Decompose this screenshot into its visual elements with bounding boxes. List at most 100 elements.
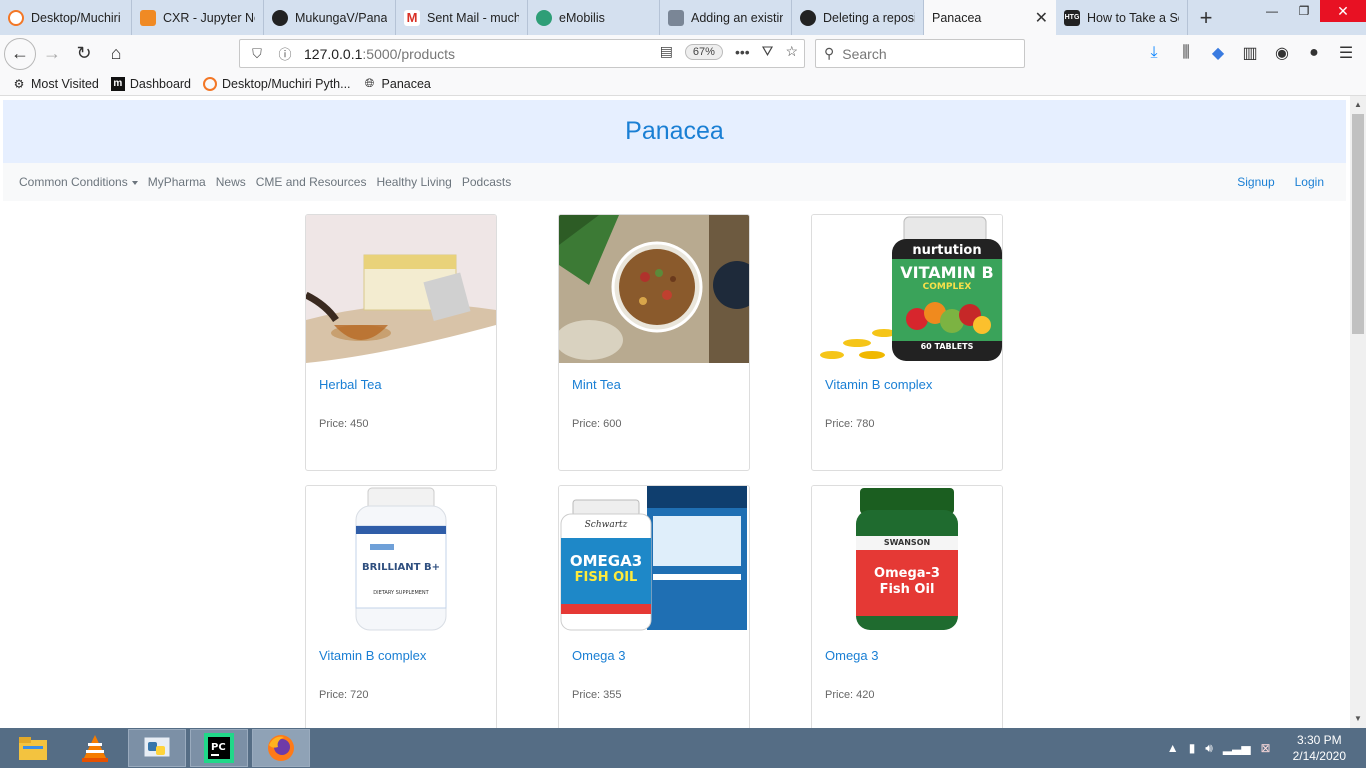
zoom-level-badge[interactable]: 67%: [684, 43, 723, 60]
file-explorer-icon[interactable]: [4, 729, 62, 767]
browser-tab[interactable]: CXR - Jupyter No: [132, 0, 264, 35]
product-card[interactable]: BRILLIANT B+ DIETARY SUPPLEMENT Vitamin …: [305, 485, 497, 728]
product-price: Price: 600: [572, 418, 622, 430]
nav-link-news[interactable]: News: [216, 175, 246, 189]
product-card[interactable]: SWANSON Omega-3 Fish Oil Omega 3 Price: …: [811, 485, 1003, 728]
bookmark-item[interactable]: Desktop/Muchiri Pyth...: [203, 76, 351, 91]
product-title[interactable]: Mint Tea: [572, 377, 621, 392]
menu-icon[interactable]: ☰: [1332, 38, 1360, 68]
search-input[interactable]: ⚲ Search: [815, 39, 1025, 68]
product-title[interactable]: Herbal Tea: [319, 377, 382, 392]
downloads-icon[interactable]: ⤓: [1140, 38, 1168, 68]
windows-taskbar: PC ▲ ▮ 🔊︎ ▂▃▅ ⊠ 3:30 PM 2/14/2020: [0, 728, 1366, 768]
back-button[interactable]: ←: [4, 37, 36, 70]
bookmark-item[interactable]: ⚙ Most Visited: [12, 77, 99, 91]
page-viewport: Panacea Common Conditions MyPharma News …: [0, 96, 1350, 728]
clock[interactable]: 3:30 PM 2/14/2020: [1293, 732, 1346, 764]
product-price: Price: 355: [572, 689, 622, 701]
product-title[interactable]: Omega 3: [572, 648, 625, 663]
firefox-icon[interactable]: [252, 729, 310, 767]
library-icon[interactable]: ⫼: [1172, 38, 1200, 68]
htg-icon: HTG: [1064, 9, 1080, 26]
tab-title: Deleting a reposit: [823, 10, 915, 25]
product-card[interactable]: Schwartz OMEGA3 FISH OIL Omega 3 Price: …: [558, 485, 750, 728]
omega-label: OMEGA3: [569, 552, 643, 570]
scrollbar-thumb[interactable]: [1352, 114, 1364, 334]
browser-tab-active[interactable]: Panacea ✕: [924, 0, 1056, 35]
github-icon: [272, 9, 288, 26]
notebook-icon: [140, 9, 156, 26]
browser-tab[interactable]: Deleting a reposit: [792, 0, 924, 35]
product-price: Price: 420: [825, 689, 875, 701]
shield-icon[interactable]: ⛉: [246, 46, 268, 62]
sidebar-icon[interactable]: ▥: [1236, 38, 1264, 68]
product-card[interactable]: nurtution VITAMIN B COMPLEX 60 TABLETS V…: [811, 214, 1003, 471]
browser-tab[interactable]: M Sent Mail - much: [396, 0, 528, 35]
vitamin-count: 60 TABLETS: [920, 342, 974, 351]
nav-dropdown-common-conditions[interactable]: Common Conditions: [19, 175, 138, 189]
browser-tab[interactable]: Adding an existin: [660, 0, 792, 35]
browser-tab[interactable]: Desktop/Muchiri: [0, 0, 132, 35]
extension-dark-icon[interactable]: ◉: [1268, 38, 1296, 68]
nav-link-cme[interactable]: CME and Resources: [256, 175, 367, 189]
network-signal-icon[interactable]: ▂▃▅: [1223, 741, 1251, 755]
mint-tea-image: [559, 215, 749, 363]
close-tab-icon[interactable]: ✕: [1035, 8, 1048, 28]
tab-title: Sent Mail - much: [427, 10, 519, 25]
product-title[interactable]: Vitamin B complex: [319, 648, 426, 663]
bookmark-item[interactable]: 🌐︎ Panacea: [363, 76, 431, 91]
github-icon: [800, 9, 816, 26]
login-link[interactable]: Login: [1295, 175, 1324, 189]
vertical-scrollbar[interactable]: ▲ ▼: [1350, 96, 1366, 728]
tray-expand-icon[interactable]: ▲: [1167, 741, 1179, 755]
reader-view-icon[interactable]: ▤: [660, 43, 673, 60]
pycharm-icon[interactable]: PC: [190, 729, 248, 767]
nav-link-podcasts[interactable]: Podcasts: [462, 175, 511, 189]
restore-icon[interactable]: ❐: [1288, 0, 1320, 22]
brilliant-b-bottle-image: BRILLIANT B+ DIETARY SUPPLEMENT: [306, 486, 496, 634]
swanson-label: Omega-3: [874, 566, 940, 581]
account-icon[interactable]: ●: [1300, 38, 1328, 68]
nav-link-mypharma[interactable]: MyPharma: [148, 175, 206, 189]
scroll-down-icon[interactable]: ▼: [1350, 712, 1366, 726]
action-center-icon[interactable]: ⊠: [1261, 741, 1271, 755]
extension-icon[interactable]: ◆: [1204, 38, 1232, 68]
site-navbar: Common Conditions MyPharma News CME and …: [3, 163, 1346, 201]
window-close-icon[interactable]: ✕: [1320, 0, 1366, 22]
reload-button[interactable]: ↻: [68, 38, 100, 70]
window-controls: — ❐ ✕: [1256, 0, 1366, 22]
info-icon[interactable]: ⓘ: [274, 44, 296, 63]
product-price: Price: 780: [825, 418, 875, 430]
vitamin-sub: COMPLEX: [922, 282, 972, 292]
bookmark-item[interactable]: m Dashboard: [110, 76, 191, 91]
nav-link-healthy-living[interactable]: Healthy Living: [376, 175, 451, 189]
product-card[interactable]: Mint Tea Price: 600: [558, 214, 750, 471]
globe-icon: 🌐︎: [364, 76, 375, 90]
bookmark-star-icon[interactable]: ☆: [785, 43, 798, 60]
volume-icon[interactable]: 🔊︎: [1205, 741, 1213, 756]
battery-icon[interactable]: ▮: [1189, 741, 1196, 755]
url-text[interactable]: 127.0.0.1:5000/products: [304, 46, 455, 62]
jupyter-icon: [203, 76, 218, 91]
url-bar[interactable]: ⛉ ⓘ 127.0.0.1:5000/products ▤ 67% ••• ⛛ …: [239, 39, 805, 68]
vlc-icon[interactable]: [66, 729, 124, 767]
navigation-toolbar: ← → ↻ ⌂ ⛉ ⓘ 127.0.0.1:5000/products ▤ 67…: [0, 35, 1366, 72]
page-actions-icon[interactable]: •••: [735, 44, 750, 60]
forward-button[interactable]: →: [36, 38, 68, 70]
home-button[interactable]: ⌂: [100, 38, 132, 70]
browser-tab[interactable]: eMobilis: [528, 0, 660, 35]
product-price: Price: 450: [319, 418, 369, 430]
site-title[interactable]: Panacea: [625, 117, 724, 146]
browser-tab[interactable]: HTG How to Take a Sc: [1056, 0, 1188, 35]
tab-title: Desktop/Muchiri: [31, 10, 121, 25]
product-card[interactable]: Herbal Tea Price: 450: [305, 214, 497, 471]
product-title[interactable]: Omega 3: [825, 648, 878, 663]
browser-tab[interactable]: MukungaV/Pana: [264, 0, 396, 35]
minimize-icon[interactable]: —: [1256, 0, 1288, 22]
scroll-up-icon[interactable]: ▲: [1350, 98, 1366, 112]
pocket-icon[interactable]: ⛛: [762, 43, 774, 60]
new-tab-button[interactable]: +: [1188, 0, 1224, 35]
product-title[interactable]: Vitamin B complex: [825, 377, 932, 392]
python-idle-icon[interactable]: [128, 729, 186, 767]
signup-link[interactable]: Signup: [1237, 175, 1274, 189]
